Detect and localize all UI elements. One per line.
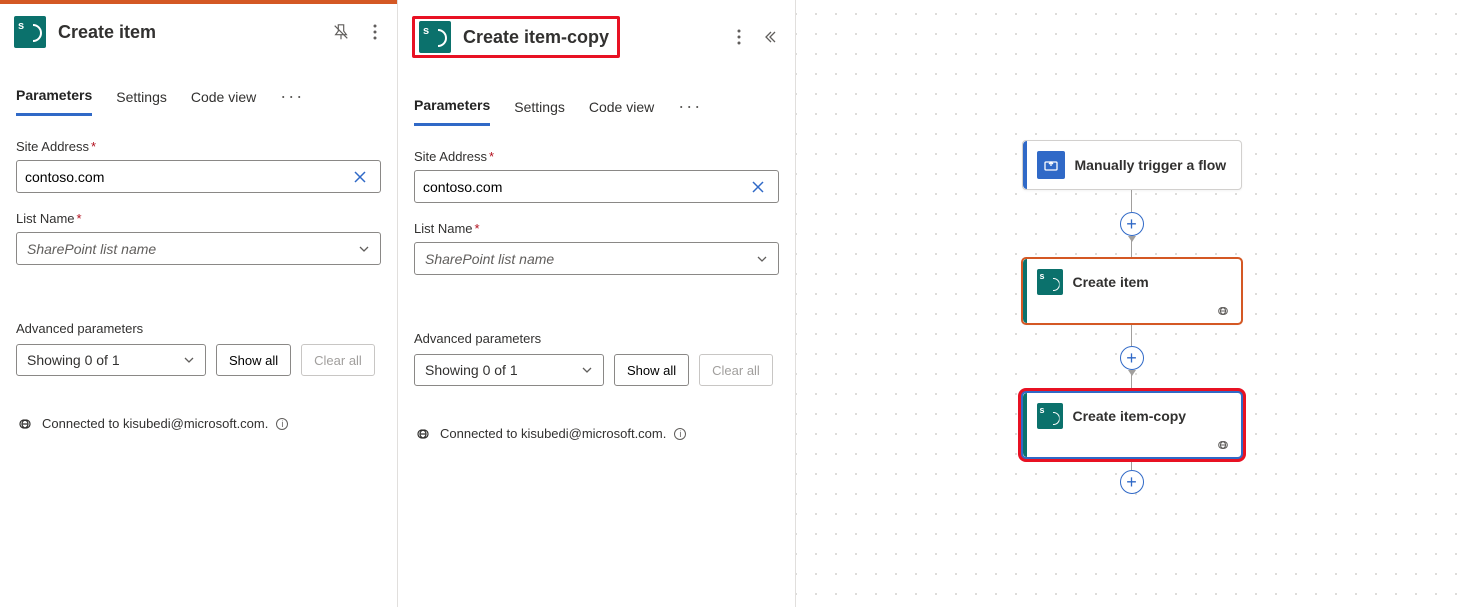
advanced-label: Advanced parameters <box>16 321 381 336</box>
connector-line <box>1131 458 1132 470</box>
tab-parameters[interactable]: Parameters <box>16 87 92 116</box>
trigger-title: Manually trigger a flow <box>1075 157 1227 173</box>
chevron-down-icon <box>183 354 195 366</box>
chevron-down-icon <box>358 243 370 255</box>
info-icon[interactable]: i <box>674 428 686 440</box>
clear-all-button: Clear all <box>301 344 375 376</box>
node-color-bar <box>1023 259 1027 323</box>
chevron-down-icon <box>756 253 768 265</box>
advanced-selector-text: Showing 0 of 1 <box>425 362 518 378</box>
node-color-bar <box>1023 393 1027 457</box>
tab-code-view[interactable]: Code view <box>191 89 256 115</box>
tab-more-icon[interactable]: ··· <box>678 96 702 127</box>
connector-line <box>1131 324 1132 346</box>
show-all-button[interactable]: Show all <box>614 354 689 386</box>
highlight-box: Create item-copy <box>412 16 620 58</box>
list-name-placeholder: SharePoint list name <box>27 241 156 257</box>
create-item-copy-node[interactable]: Create item-copy <box>1022 392 1242 458</box>
tab-settings[interactable]: Settings <box>116 89 167 115</box>
link-icon <box>414 427 432 441</box>
collapse-icon[interactable] <box>763 27 783 47</box>
tab-row: Parameters Settings Code view ··· <box>0 60 397 117</box>
advanced-selector[interactable]: Showing 0 of 1 <box>16 344 206 376</box>
add-step-button[interactable]: + <box>1120 212 1144 236</box>
clear-site-icon[interactable] <box>348 169 372 185</box>
clear-site-icon[interactable] <box>746 179 770 195</box>
node-color-bar <box>1023 141 1027 189</box>
tab-more-icon[interactable]: ··· <box>280 86 304 117</box>
connected-text: Connected to kisubedi@microsoft.com. <box>440 426 666 441</box>
list-name-label: List Name* <box>16 211 381 226</box>
tab-row: Parameters Settings Code view ··· <box>398 70 795 127</box>
sharepoint-icon <box>1037 403 1063 429</box>
advanced-selector-text: Showing 0 of 1 <box>27 352 120 368</box>
more-icon[interactable] <box>729 27 749 47</box>
advanced-selector[interactable]: Showing 0 of 1 <box>414 354 604 386</box>
sharepoint-icon <box>419 21 451 53</box>
add-step-button[interactable]: + <box>1120 470 1144 494</box>
more-icon[interactable] <box>365 22 385 42</box>
list-name-placeholder: SharePoint list name <box>425 251 554 267</box>
info-icon[interactable]: i <box>276 418 288 430</box>
sharepoint-icon <box>1037 269 1063 295</box>
flow-canvas[interactable]: Manually trigger a flow + Create item + <box>796 0 1467 607</box>
panel-header: Create item-copy <box>398 4 795 70</box>
panel-create-item-copy: Create item-copy Parameters Settings Cod… <box>398 0 796 607</box>
trigger-icon <box>1037 151 1065 179</box>
add-step-button[interactable]: + <box>1120 346 1144 370</box>
create-item-node[interactable]: Create item <box>1022 258 1242 324</box>
list-name-select[interactable]: SharePoint list name <box>16 232 381 265</box>
tab-settings[interactable]: Settings <box>514 99 565 125</box>
link-icon <box>1215 305 1231 317</box>
site-address-input-wrap[interactable] <box>414 170 779 203</box>
tab-code-view[interactable]: Code view <box>589 99 654 125</box>
chevron-down-icon <box>581 364 593 376</box>
connected-text: Connected to kisubedi@microsoft.com. <box>42 416 268 431</box>
trigger-node[interactable]: Manually trigger a flow <box>1022 140 1242 190</box>
site-address-label: Site Address* <box>16 139 381 154</box>
panel-create-item: Create item Parameters Settings Code vie… <box>0 0 398 607</box>
site-address-input[interactable] <box>25 169 348 185</box>
site-address-input-wrap[interactable] <box>16 160 381 193</box>
show-all-button[interactable]: Show all <box>216 344 291 376</box>
list-name-select[interactable]: SharePoint list name <box>414 242 779 275</box>
node-title: Create item-copy <box>1073 408 1187 424</box>
connector-line <box>1131 236 1132 258</box>
panel-title: Create item <box>58 22 319 43</box>
connector-line <box>1131 370 1132 392</box>
panel-title: Create item-copy <box>463 27 613 48</box>
site-address-input[interactable] <box>423 179 746 195</box>
flow-column: Manually trigger a flow + Create item + <box>1022 140 1242 494</box>
sharepoint-icon <box>14 16 46 48</box>
advanced-label: Advanced parameters <box>414 331 779 346</box>
tab-parameters[interactable]: Parameters <box>414 97 490 126</box>
link-icon <box>16 417 34 431</box>
clear-all-button: Clear all <box>699 354 773 386</box>
unpin-icon[interactable] <box>331 22 351 42</box>
panel-header: Create item <box>0 4 397 60</box>
node-title: Create item <box>1073 274 1149 290</box>
link-icon <box>1215 439 1231 451</box>
list-name-label: List Name* <box>414 221 779 236</box>
connector-line <box>1131 190 1132 212</box>
site-address-label: Site Address* <box>414 149 779 164</box>
